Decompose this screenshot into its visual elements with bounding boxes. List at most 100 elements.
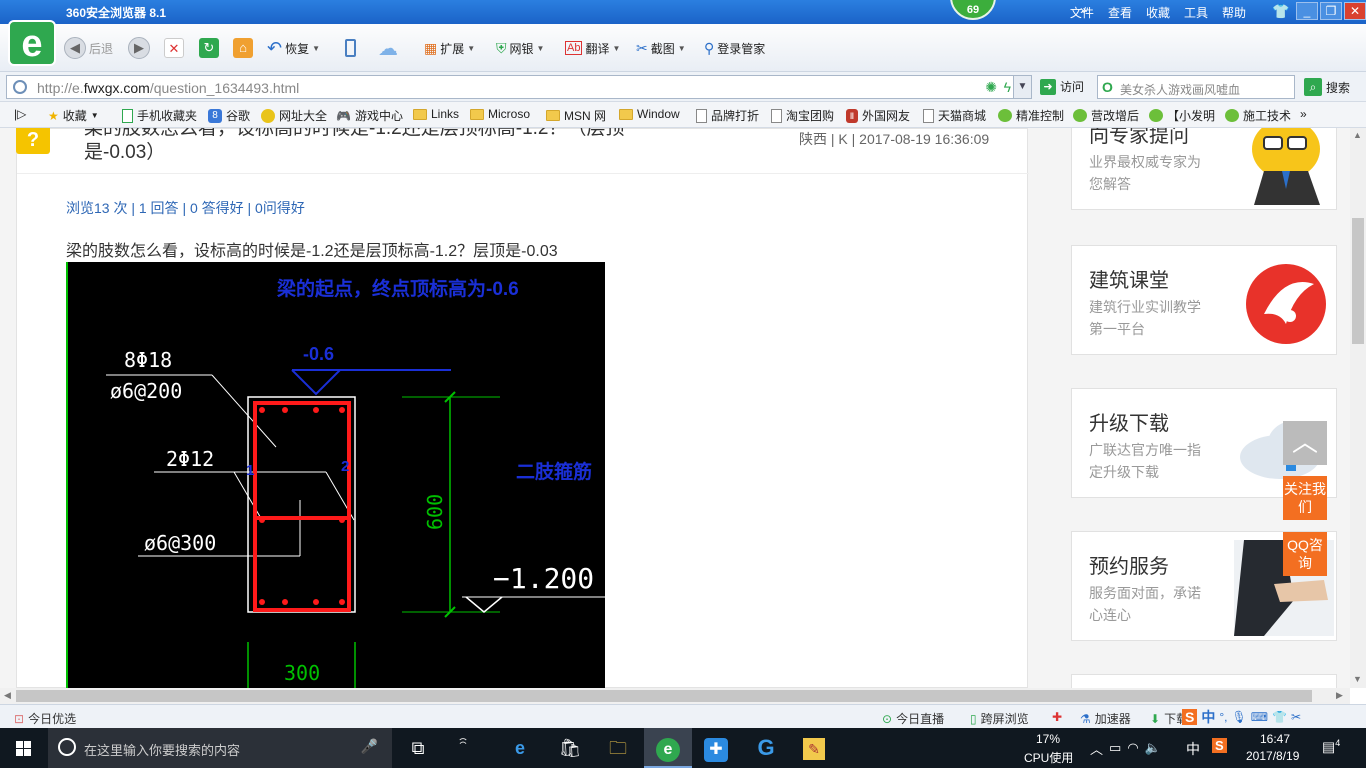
- fav-item-construction[interactable]: 施工技术: [1225, 107, 1291, 124]
- refresh-button[interactable]: ↻: [199, 36, 219, 60]
- fav-item-brand[interactable]: 品牌打折: [696, 107, 759, 124]
- task-view-icon[interactable]: ⧉: [394, 728, 442, 768]
- fav-item-tmall[interactable]: 天猫商城: [923, 107, 986, 124]
- medical-icon[interactable]: ✚: [1052, 710, 1062, 724]
- shirt-icon[interactable]: 👕: [1272, 3, 1289, 20]
- fav-item-microsoft[interactable]: Microso: [470, 107, 530, 121]
- start-button[interactable]: [0, 728, 48, 768]
- ime-indicator[interactable]: 中: [1186, 739, 1200, 779]
- menu-favorites[interactable]: 收藏: [1146, 4, 1170, 21]
- extend-button[interactable]: ▦ 扩展 ▼: [424, 36, 475, 60]
- sogou-tray-icon[interactable]: S: [1212, 738, 1227, 778]
- close-button[interactable]: ✕: [1344, 2, 1366, 20]
- address-dropdown-icon[interactable]: ▼: [1013, 76, 1031, 98]
- store-icon[interactable]: 🛍: [546, 728, 594, 768]
- app-swirl-icon[interactable]: ꩰ: [444, 728, 492, 768]
- today-live[interactable]: ⊙ 今日直播: [882, 710, 944, 727]
- login-manager-button[interactable]: ⚲ 登录管家: [704, 36, 765, 60]
- tray-icons: ︿ ▭ ◠ 🔈: [1090, 728, 1180, 768]
- fav-item-hao[interactable]: 网址大全: [261, 107, 327, 124]
- file-explorer-icon[interactable]: 🗀: [594, 728, 642, 768]
- mobile-button[interactable]: [345, 36, 356, 60]
- scroll-down-icon[interactable]: ▼: [1353, 674, 1362, 684]
- cpu-meter[interactable]: 17% CPU使用: [1022, 728, 1082, 768]
- edge-icon[interactable]: e: [496, 728, 544, 768]
- tray-device-icon[interactable]: ▭: [1109, 740, 1121, 756]
- browser-360-task-icon[interactable]: e: [644, 728, 692, 768]
- visit-button[interactable]: ➜ 访问: [1040, 78, 1084, 95]
- action-center-icon[interactable]: ▤4: [1322, 738, 1340, 778]
- lightning-icon[interactable]: ϟ: [1004, 79, 1011, 95]
- notification-badge[interactable]: 69: [950, 0, 996, 20]
- windows-search-input[interactable]: 在这里输入你要搜索的内容 🎤: [48, 728, 392, 768]
- vertical-scroll-thumb[interactable]: [1352, 218, 1364, 344]
- sidebar-toggle-icon[interactable]: |▷: [14, 107, 26, 121]
- today-picks[interactable]: ⊡ 今日优选: [14, 710, 76, 727]
- fav-item-mobile[interactable]: 手机收藏夹: [122, 107, 197, 124]
- screenshot-button[interactable]: ✂ 截图 ▼: [636, 36, 686, 60]
- follow-us-button[interactable]: 关注我们: [1283, 476, 1327, 520]
- menu-tools[interactable]: 工具: [1184, 4, 1208, 21]
- home-button[interactable]: ⌂: [233, 36, 253, 60]
- fav-item-windows[interactable]: Window: [619, 107, 680, 121]
- glodon-logo-icon: [1246, 264, 1326, 344]
- wifi-icon[interactable]: ◠: [1127, 740, 1138, 756]
- question-stats[interactable]: 浏览13 次 | 1 回答 | 0 答得好 | 0问得好: [66, 198, 305, 218]
- vertical-scrollbar[interactable]: ▲ ▼: [1350, 128, 1366, 688]
- notes-app-icon[interactable]: ✎: [790, 728, 838, 768]
- clock[interactable]: 16:47 2017/8/19: [1246, 728, 1316, 768]
- fav-more-icon[interactable]: »: [1300, 107, 1307, 121]
- fav-item-taobao[interactable]: 淘宝团购: [771, 107, 834, 124]
- accelerator[interactable]: ⚗ 加速器: [1080, 710, 1131, 727]
- fav-item-games[interactable]: 🎮 游戏中心: [336, 107, 403, 124]
- horizontal-scrollbar[interactable]: ◀ ▶: [0, 688, 1350, 704]
- cross-screen[interactable]: ▯ 跨屏浏览: [970, 710, 1029, 727]
- netbank-button[interactable]: ⛨ 网银 ▼: [496, 36, 544, 60]
- horizontal-scroll-thumb[interactable]: [16, 690, 1312, 702]
- qq-consult-button[interactable]: QQ咨询: [1283, 532, 1327, 576]
- ad-ask-expert[interactable]: 向专家提问 业界最权威专家为您解答: [1071, 128, 1337, 210]
- stop-icon: ✕: [164, 38, 184, 58]
- restore-button[interactable]: ↶ 恢复 ▼: [267, 36, 320, 60]
- loading-icon[interactable]: ✺: [985, 79, 997, 96]
- minimize-button[interactable]: _: [1296, 2, 1318, 20]
- fav-item-google[interactable]: 8 谷歌: [208, 107, 250, 124]
- forward-button[interactable]: ▶: [128, 36, 150, 60]
- url-text[interactable]: http://e.fwxgx.com/question_1634493.html: [37, 80, 299, 96]
- fav-item-msn[interactable]: MSN 网: [546, 107, 606, 124]
- fav-item-vat[interactable]: 营改增后: [1073, 107, 1139, 124]
- back-to-top-icon[interactable]: ︿: [1283, 421, 1327, 465]
- ad-more[interactable]: [1071, 674, 1337, 688]
- search-input[interactable]: O 美女杀人游戏画风嘘血: [1097, 75, 1295, 99]
- menu-view[interactable]: 查看: [1108, 4, 1132, 21]
- maximize-button[interactable]: ❐: [1320, 2, 1342, 20]
- fav-item-precise[interactable]: 精准控制: [998, 107, 1064, 124]
- fav-item-links[interactable]: Links: [413, 107, 459, 121]
- search-button[interactable]: ⌕ 搜索: [1304, 78, 1350, 96]
- stop-button[interactable]: ✕: [164, 36, 184, 60]
- scroll-up-icon[interactable]: ▲: [1353, 130, 1362, 140]
- app-g-icon[interactable]: G: [742, 728, 790, 768]
- menu-help[interactable]: 帮助: [1222, 4, 1246, 21]
- fav-item-favorites[interactable]: ★ 收藏 ▼: [48, 107, 99, 124]
- refresh-icon: ↻: [199, 38, 219, 58]
- translate-button[interactable]: Ab 翻译 ▼: [565, 36, 620, 60]
- menu-file[interactable]: 文件: [1070, 4, 1094, 21]
- back-button[interactable]: ◀ 后退: [64, 36, 113, 60]
- ad-building-class[interactable]: 建筑课堂 建筑行业实训教学第一平台: [1071, 245, 1337, 355]
- address-bar[interactable]: http://e.fwxgx.com/question_1634493.html…: [6, 75, 1032, 99]
- fav-item-invention[interactable]: 【小发明: [1149, 107, 1215, 124]
- question-meta: 陕西 | K | 2017-08-19 16:36:09: [799, 131, 990, 147]
- sogou-ime-toolbar[interactable]: S 中 °, 🎙 ⌨ 👕 ✂: [1182, 707, 1301, 727]
- scroll-right-icon[interactable]: ▶: [1336, 690, 1343, 701]
- divider: [17, 173, 1029, 174]
- app-plus-icon[interactable]: ✚: [692, 728, 740, 768]
- volume-icon[interactable]: 🔈: [1145, 740, 1161, 756]
- clock-time: 16:47: [1260, 732, 1291, 746]
- browser-logo-icon[interactable]: e: [8, 20, 56, 66]
- scroll-left-icon[interactable]: ◀: [4, 690, 11, 701]
- fav-item-foreign[interactable]: Ⅱ 外国网友: [846, 107, 910, 124]
- cloud-button[interactable]: ☁: [378, 36, 398, 60]
- microphone-icon[interactable]: 🎤: [361, 738, 378, 755]
- tray-expand-icon[interactable]: ︿: [1090, 739, 1103, 758]
